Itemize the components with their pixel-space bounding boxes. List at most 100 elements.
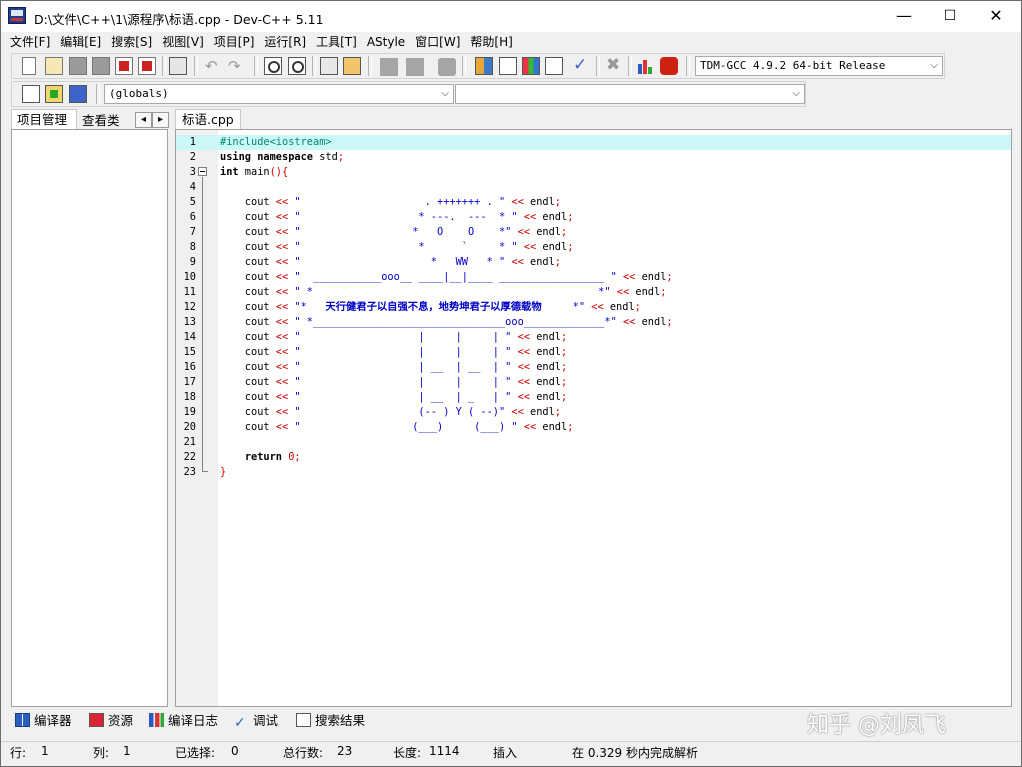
- code-line[interactable]: 21: [176, 435, 1011, 450]
- tab-scroll-left-button[interactable]: ◂: [135, 112, 152, 128]
- line-number: 14: [183, 331, 196, 343]
- menu-run[interactable]: 运行[R]: [259, 32, 311, 52]
- scope-select[interactable]: (globals) ⌵: [104, 84, 454, 104]
- find-icon[interactable]: [264, 57, 282, 75]
- code-line[interactable]: 22 return 0;: [176, 450, 1011, 465]
- comment-icon[interactable]: [438, 58, 456, 76]
- goto-bookmark-icon[interactable]: [406, 58, 424, 76]
- code-line[interactable]: 1 #include<iostream>: [176, 135, 1011, 150]
- print-icon[interactable]: [169, 57, 187, 75]
- line-number: 19: [183, 406, 196, 418]
- code-line[interactable]: 19 cout << " (-- ) Y ( --)" << endl;: [176, 405, 1011, 420]
- goto-icon[interactable]: [69, 85, 87, 103]
- redo-icon[interactable]: ↷: [228, 58, 246, 76]
- save-icon[interactable]: [69, 57, 87, 75]
- code-line[interactable]: 9 cout << " * WW * " << endl;: [176, 255, 1011, 270]
- menu-window[interactable]: 窗口[W]: [410, 32, 465, 52]
- menu-edit[interactable]: 编辑[E]: [55, 32, 106, 52]
- code-line[interactable]: 10 cout << " ___________ooo__ ____|__|__…: [176, 270, 1011, 285]
- code-line[interactable]: 18 cout << " | __ | _ | " << endl;: [176, 390, 1011, 405]
- indent-icon[interactable]: [320, 57, 338, 75]
- tab-resources[interactable]: 资源: [89, 710, 133, 732]
- code-line[interactable]: 15 cout << " | | | " << endl;: [176, 345, 1011, 360]
- code-line[interactable]: 16 cout << " | __ | __ | " << endl;: [176, 360, 1011, 375]
- code-line[interactable]: 14 cout << " | | | " << endl;: [176, 330, 1011, 345]
- undo-icon[interactable]: ↶: [205, 58, 223, 76]
- tab-compile-log[interactable]: 编译日志: [149, 710, 218, 732]
- toolbar-separator: [628, 56, 632, 76]
- close-button[interactable]: ✕: [973, 1, 1019, 32]
- member-select[interactable]: ⌵: [455, 84, 805, 104]
- menu-file[interactable]: 文件[F]: [1, 32, 55, 52]
- tab-class-browser[interactable]: 查看类: [77, 111, 135, 131]
- maximize-button[interactable]: ☐: [927, 1, 973, 32]
- run-icon[interactable]: [499, 57, 517, 75]
- close-file-icon[interactable]: [115, 57, 133, 75]
- tab-project-manager[interactable]: 项目管理: [11, 109, 77, 129]
- code-text: cout << " | | | " << endl;: [220, 376, 568, 388]
- window-title: D:\文件\C++\1\源程序\标语.cpp - Dev-C++ 5.11: [34, 12, 324, 27]
- editor-file-tab[interactable]: 标语.cpp: [175, 109, 241, 129]
- tab-compiler[interactable]: 编译器: [15, 710, 72, 732]
- code-lines: 1 #include<iostream> 2 using namespace std;…: [176, 135, 1011, 480]
- fold-toggle-icon[interactable]: [198, 167, 207, 176]
- minimize-button[interactable]: —: [881, 1, 927, 32]
- code-editor[interactable]: 1 #include<iostream> 2 using namespace std;…: [175, 129, 1012, 707]
- code-line[interactable]: 12 cout << "* 天行健君子以自强不息，地势坤君子以厚德载物 *" <…: [176, 300, 1011, 315]
- code-text: cout << " * O O *" << endl;: [220, 226, 568, 238]
- code-line[interactable]: 20 cout << " (___) (___) " << endl;: [176, 420, 1011, 435]
- fold-end: [202, 471, 208, 472]
- compile-run-icon[interactable]: [522, 57, 540, 75]
- fold-guide: [202, 177, 203, 471]
- menu-project[interactable]: 项目[P]: [209, 32, 260, 52]
- line-number: 17: [183, 376, 196, 388]
- code-line[interactable]: 8 cout << " * ` * " << endl;: [176, 240, 1011, 255]
- line-number: 16: [183, 361, 196, 373]
- toggle-bookmark-icon[interactable]: [380, 58, 398, 76]
- code-text: cout << " *_____________________________…: [220, 316, 673, 328]
- compile-icon[interactable]: [475, 57, 493, 75]
- open-file-icon[interactable]: [45, 57, 63, 75]
- tab-search-results-label: 搜索结果: [315, 713, 366, 728]
- unindent-icon[interactable]: [343, 57, 361, 75]
- chart-icon[interactable]: [637, 57, 655, 75]
- code-line[interactable]: 23}: [176, 465, 1011, 480]
- line-number: 10: [183, 271, 196, 283]
- menu-tools[interactable]: 工具[T]: [311, 32, 362, 52]
- save-all-icon[interactable]: [92, 57, 110, 75]
- code-line[interactable]: 3 int main(){: [176, 165, 1011, 180]
- syntax-check-icon[interactable]: ✓: [573, 56, 591, 74]
- close-all-icon[interactable]: [138, 57, 156, 75]
- code-line[interactable]: 17 cout << " | | | " << endl;: [176, 375, 1011, 390]
- check-icon: ✓: [234, 715, 246, 731]
- code-line[interactable]: 6 cout << " * ---. --- * " << endl;: [176, 210, 1011, 225]
- code-line[interactable]: 7 cout << " * O O *" << endl;: [176, 225, 1011, 240]
- project-tree-panel[interactable]: [11, 129, 168, 707]
- code-text: cout << " * *" << endl;: [220, 286, 667, 298]
- menu-search[interactable]: 搜索[S]: [106, 32, 157, 52]
- code-line[interactable]: 5 cout << " . +++++++ . " << endl;: [176, 195, 1011, 210]
- code-line[interactable]: 2 using namespace std;: [176, 150, 1011, 165]
- compiler-select[interactable]: TDM-GCC 4.9.2 64-bit Release ⌵: [695, 56, 943, 76]
- add-bookmark-icon[interactable]: [45, 85, 63, 103]
- rebuild-icon[interactable]: [545, 57, 563, 75]
- code-line[interactable]: 13 cout << " *__________________________…: [176, 315, 1011, 330]
- new-file-icon[interactable]: [22, 57, 36, 75]
- tab-scroll-right-button[interactable]: ▸: [152, 112, 169, 128]
- debug-icon[interactable]: [660, 57, 678, 75]
- menu-help[interactable]: 帮助[H]: [465, 32, 517, 52]
- code-line[interactable]: 11 cout << " * *" << endl;: [176, 285, 1011, 300]
- menu-view[interactable]: 视图[V]: [157, 32, 209, 52]
- code-line[interactable]: 4: [176, 180, 1011, 195]
- status-total: 23: [337, 744, 353, 758]
- tab-debug[interactable]: ✓ 调试: [234, 710, 278, 732]
- tab-search-results[interactable]: 搜索结果: [296, 710, 365, 732]
- insert-icon[interactable]: [22, 85, 40, 103]
- tab-debug-label: 调试: [253, 713, 279, 728]
- stop-icon[interactable]: ✖: [606, 56, 624, 74]
- menu-astyle[interactable]: AStyle: [362, 32, 410, 52]
- replace-icon[interactable]: [288, 57, 306, 75]
- resources-icon: [89, 713, 104, 727]
- line-number: 4: [189, 181, 196, 193]
- code-text: cout << " (___) (___) " << endl;: [220, 421, 574, 433]
